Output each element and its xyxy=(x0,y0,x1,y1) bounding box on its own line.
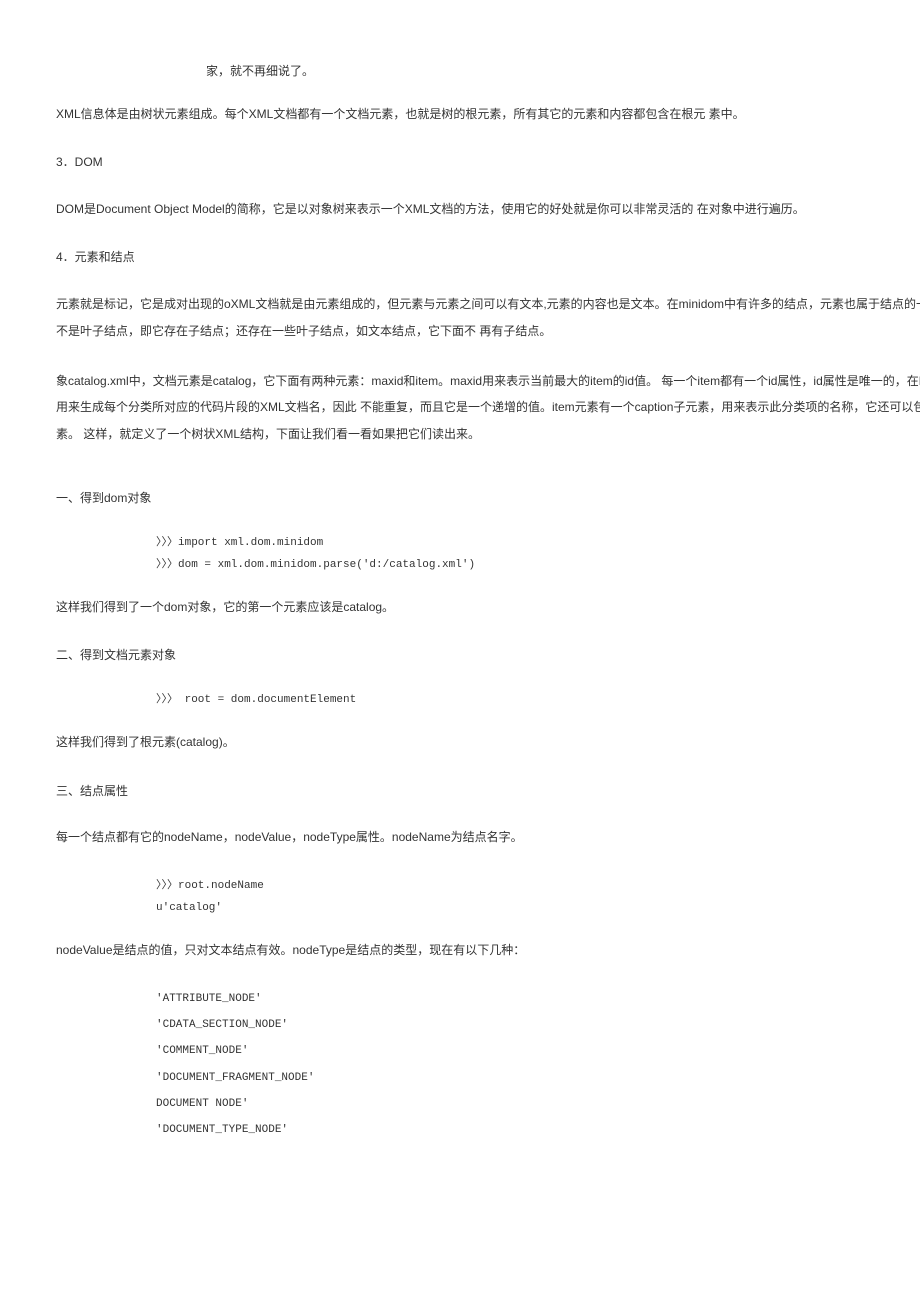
paragraph-dom: DOM是Document Object Model的简称，它是以对象树来表示一个… xyxy=(56,196,920,222)
node-type-list: 'ATTRIBUTE_NODE' 'CDATA_SECTION_NODE' 'C… xyxy=(56,987,920,1142)
code-line: 〉〉〉root.nodeName xyxy=(156,875,920,897)
paragraph-step3-after: nodeValue是结点的值，只对文本结点有效。nodeType是结点的类型，现… xyxy=(56,937,920,963)
code-line: u'catalog' xyxy=(156,897,920,919)
heading-step-1: 一、得到dom对象 xyxy=(56,487,920,510)
node-type-item: 'DOCUMENT_FRAGMENT_NODE' xyxy=(156,1066,920,1090)
paragraph-step2-after: 这样我们得到了根元素(catalog)。 xyxy=(56,729,920,755)
heading-element-node: 4．元素和结点 xyxy=(56,246,920,269)
node-type-item: 'COMMENT_NODE' xyxy=(156,1039,920,1063)
heading-step-3: 三、结点属性 xyxy=(56,780,920,803)
node-type-item: 'DOCUMENT_TYPE_NODE' xyxy=(156,1118,920,1142)
code-line: 〉〉〉dom = xml.dom.minidom.parse('d:/catal… xyxy=(156,554,920,576)
fragment-continuation: 家，就不再细说了。 xyxy=(56,60,920,83)
paragraph-elem-1: 元素就是标记，它是成对出现的oXML文档就是由元素组成的，但元素与元素之间可以有… xyxy=(56,291,920,344)
node-type-item: 'CDATA_SECTION_NODE' xyxy=(156,1013,920,1037)
code-block-1: 〉〉〉import xml.dom.minidom 〉〉〉dom = xml.d… xyxy=(56,532,920,576)
heading-step-2: 二、得到文档元素对象 xyxy=(56,644,920,667)
code-block-3: 〉〉〉root.nodeName u'catalog' xyxy=(56,875,920,919)
paragraph-step3-intro: 每一个结点都有它的nodeName，nodeValue，nodeType属性。n… xyxy=(56,824,920,850)
paragraph-step1-after: 这样我们得到了一个dom对象，它的第一个元素应该是catalog。 xyxy=(56,594,920,620)
node-type-item: DOCUMENT NODE' xyxy=(156,1092,920,1116)
heading-dom: 3．DOM xyxy=(56,151,920,174)
node-type-item: 'ATTRIBUTE_NODE' xyxy=(156,987,920,1011)
code-line: 〉〉〉import xml.dom.minidom xyxy=(156,532,920,554)
paragraph-elem-2: 象catalog.xml中，文档元素是catalog，它下面有两种元素：maxi… xyxy=(56,368,920,447)
code-block-2: 〉〉〉 root = dom.documentElement xyxy=(56,689,920,711)
paragraph-xml-body: XML信息体是由树状元素组成。每个XML文档都有一个文档元素，也就是树的根元素，… xyxy=(56,101,920,127)
code-line: 〉〉〉 root = dom.documentElement xyxy=(156,689,920,711)
